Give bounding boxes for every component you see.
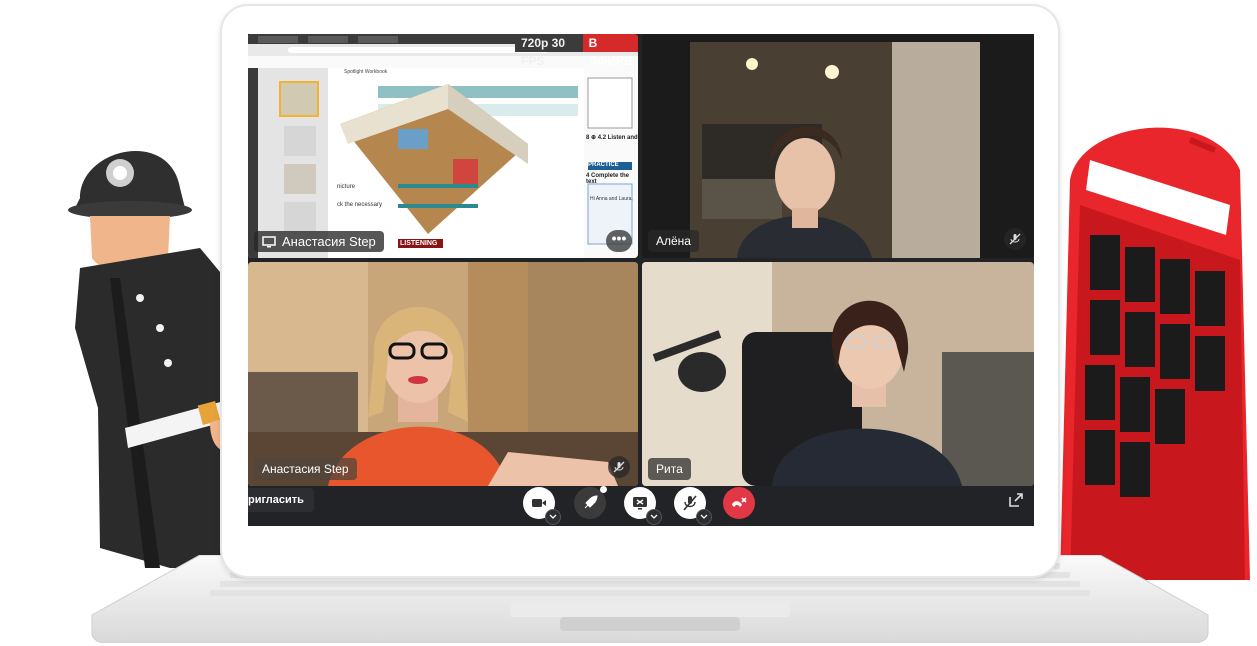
mic-off-icon: [683, 495, 697, 511]
participant-tile-rita[interactable]: Рита: [642, 262, 1034, 486]
camera-icon: [532, 499, 546, 507]
more-options-button[interactable]: •••: [606, 230, 632, 252]
participant-video-rita: [642, 262, 1034, 486]
stream-status-badge: 720p 30 FPS В ЭФИРЕ: [515, 34, 638, 68]
doc-text-listen: 8 ⊕ 4.2 Listen and: [586, 135, 638, 141]
camera-toggle-button[interactable]: [523, 487, 561, 525]
video-call-window: nicture ck the necessary 8 ⊕ 4.2 Listen …: [248, 34, 1034, 526]
microphone-toggle-button[interactable]: [674, 487, 712, 525]
expand-window-icon[interactable]: [1008, 492, 1024, 508]
doc-practice-label: PRACTICE: [588, 162, 619, 168]
screen-share-icon: [262, 235, 276, 247]
participant-name: Рита: [656, 462, 683, 476]
shared-document-view: [248, 34, 638, 258]
presenter-name-tag: Анастасия Step: [254, 231, 384, 252]
chevron-down-icon[interactable]: [545, 509, 561, 525]
phone-box-illustration: [1060, 127, 1250, 580]
participant-name-tag: Алёна: [648, 230, 699, 252]
participant-name-tag: Рита: [648, 458, 691, 480]
participant-name: Алёна: [656, 234, 691, 248]
participant-tile-anastasia[interactable]: Анастасия Step: [248, 262, 638, 486]
shared-screen-tile[interactable]: nicture ck the necessary 8 ⊕ 4.2 Listen …: [248, 34, 638, 258]
doc-tab-title: Spotlight Workbook: [344, 69, 388, 75]
screen-share-stop-icon: [633, 497, 647, 510]
notification-dot: [600, 486, 607, 493]
participant-video-alena: [690, 42, 980, 258]
participant-video-anastasia: [248, 262, 638, 486]
doc-text-picture: nicture: [337, 184, 356, 190]
doc-text-letter: Hi Anna and Laura,: [590, 196, 633, 202]
participant-name: Анастасия Step: [262, 462, 349, 476]
mic-muted-icon: [1004, 228, 1026, 250]
reactions-button[interactable]: [574, 486, 607, 519]
rocket-icon: [584, 495, 598, 509]
chevron-down-icon[interactable]: [696, 509, 712, 525]
stop-screen-share-button[interactable]: [624, 487, 662, 525]
chevron-down-icon[interactable]: [646, 509, 662, 525]
live-indicator: В ЭФИРЕ: [582, 34, 638, 68]
invite-button[interactable]: ригласить: [248, 488, 314, 512]
mic-muted-icon: [608, 456, 630, 478]
hangup-icon: [732, 497, 747, 507]
stream-resolution: 720p 30 FPS: [515, 34, 583, 68]
call-control-bar: ригласить: [248, 484, 1034, 526]
participant-name-tag: Анастасия Step: [254, 458, 357, 480]
doc-text-complete: 4 Complete the text: [586, 173, 630, 185]
participant-tile-alena[interactable]: Алёна: [642, 34, 1034, 258]
end-call-button[interactable]: [723, 487, 755, 519]
doc-text-check: ck the necessary: [337, 202, 383, 208]
presenter-name: Анастасия Step: [282, 234, 376, 249]
doc-listening-label: LISTENING: [400, 240, 438, 247]
